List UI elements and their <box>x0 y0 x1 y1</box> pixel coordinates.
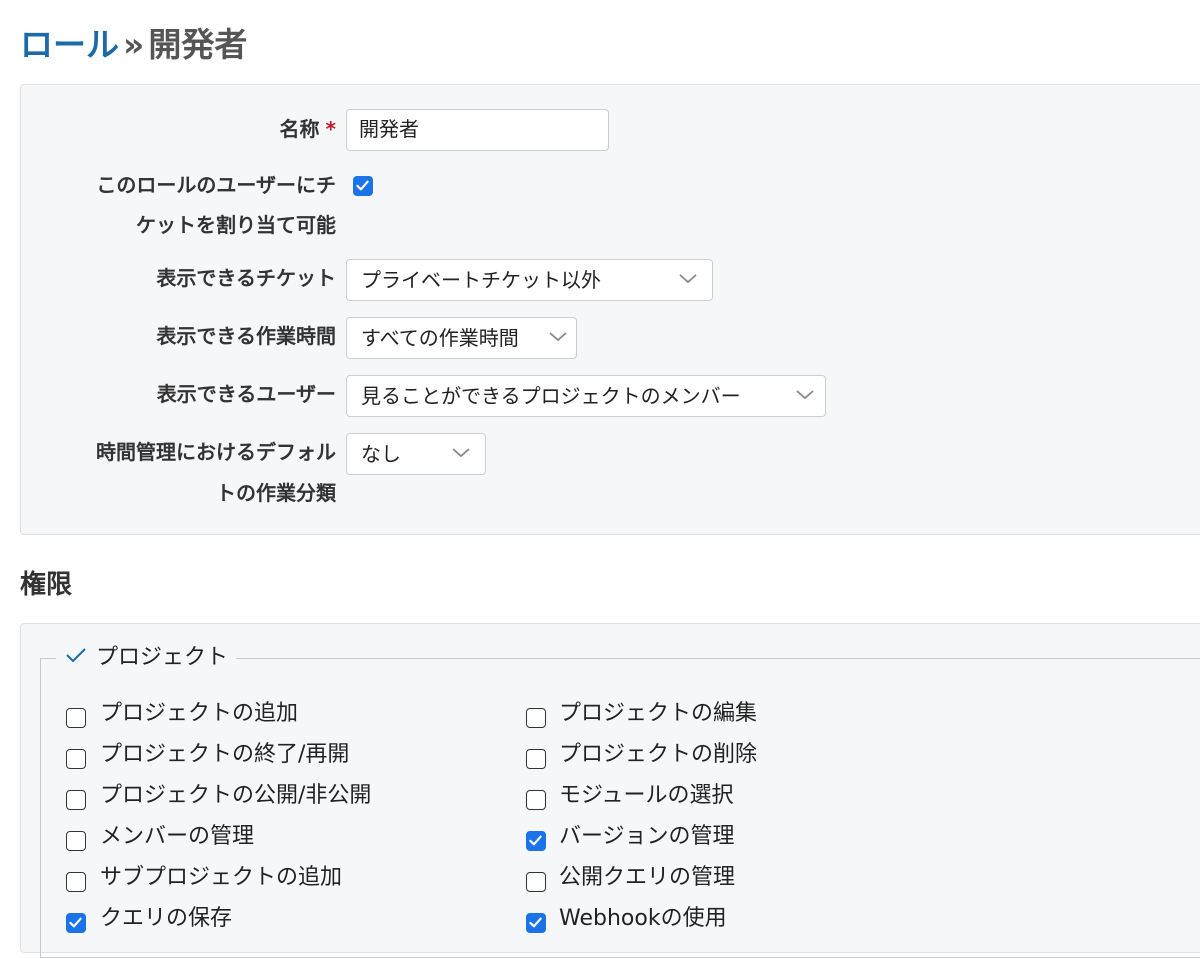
default-activity-select[interactable]: なし <box>346 433 486 475</box>
permissions-heading: 権限 <box>20 570 73 600</box>
breadcrumb-roles-link[interactable]: ロール <box>20 25 119 64</box>
permission-checkbox[interactable] <box>66 749 86 769</box>
permission-checkbox[interactable] <box>526 831 546 851</box>
permission-checkbox[interactable] <box>526 913 546 933</box>
project-group-title: プロジェクト <box>96 645 229 670</box>
permission-label[interactable]: プロジェクトの公開/非公開 <box>100 782 371 810</box>
default-activity-label-line1: 時間管理におけるデフォル <box>96 440 336 464</box>
time-entries-visibility-value: すべての作業時間 <box>361 326 519 350</box>
permission-checkbox[interactable] <box>526 790 546 810</box>
breadcrumb-separator: » <box>123 25 145 64</box>
issues-visibility-value: プライベートチケット以外 <box>361 268 601 292</box>
default-activity-value: なし <box>361 442 401 466</box>
time-entries-visibility-label: 表示できる作業時間 <box>156 324 336 348</box>
name-input[interactable]: 開発者 <box>346 109 609 151</box>
chevron-down-icon <box>795 376 817 416</box>
permission-checkbox[interactable] <box>66 790 86 810</box>
role-name-title: 開発者 <box>148 25 248 64</box>
permission-label[interactable]: 公開クエリの管理 <box>559 864 735 892</box>
users-visibility-value: 見ることができるプロジェクトのメンバー <box>361 384 741 408</box>
chevron-down-icon <box>678 260 700 300</box>
permission-label[interactable]: メンバーの管理 <box>100 823 254 851</box>
time-entries-visibility-select[interactable]: すべての作業時間 <box>346 317 577 359</box>
default-activity-label-line2: トの作業分類 <box>216 481 336 505</box>
permission-label[interactable]: Webhookの使用 <box>559 905 727 933</box>
permission-checkbox[interactable] <box>526 872 546 892</box>
permission-label[interactable]: クエリの保存 <box>100 905 232 933</box>
issues-visibility-label: 表示できるチケット <box>156 266 336 290</box>
permission-label[interactable]: モジュールの選択 <box>559 782 733 810</box>
users-visibility-select[interactable]: 見ることができるプロジェクトのメンバー <box>346 375 826 417</box>
permission-checkbox[interactable] <box>66 913 86 933</box>
users-visibility-label: 表示できるユーザー <box>156 382 336 406</box>
check-toggle-icon[interactable] <box>64 643 88 673</box>
assignable-label-line2: ケットを割り当て可能 <box>136 213 336 237</box>
required-mark: * <box>325 117 336 141</box>
permission-label[interactable]: プロジェクトの編集 <box>559 700 757 728</box>
permission-label[interactable]: バージョンの管理 <box>559 823 735 851</box>
assignable-checkbox[interactable] <box>353 176 373 196</box>
permission-label[interactable]: サブプロジェクトの追加 <box>100 864 342 892</box>
permission-checkbox[interactable] <box>526 749 546 769</box>
permission-label[interactable]: プロジェクトの追加 <box>100 700 298 728</box>
permission-checkbox[interactable] <box>526 708 546 728</box>
issues-visibility-select[interactable]: プライベートチケット以外 <box>346 259 713 301</box>
permission-label[interactable]: プロジェクトの削除 <box>559 741 757 769</box>
permission-checkbox[interactable] <box>66 872 86 892</box>
permission-checkbox[interactable] <box>66 831 86 851</box>
chevron-down-icon <box>451 434 473 474</box>
page-title: ロール» 開発者 <box>20 18 247 66</box>
permission-checkbox[interactable] <box>66 708 86 728</box>
project-group-legend[interactable]: プロジェクト <box>56 643 237 673</box>
name-label: 名称 * <box>279 117 336 141</box>
permission-label[interactable]: プロジェクトの終了/再開 <box>100 741 349 769</box>
assignable-label-line1: このロールのユーザーにチ <box>96 173 336 197</box>
chevron-down-icon <box>548 318 570 358</box>
